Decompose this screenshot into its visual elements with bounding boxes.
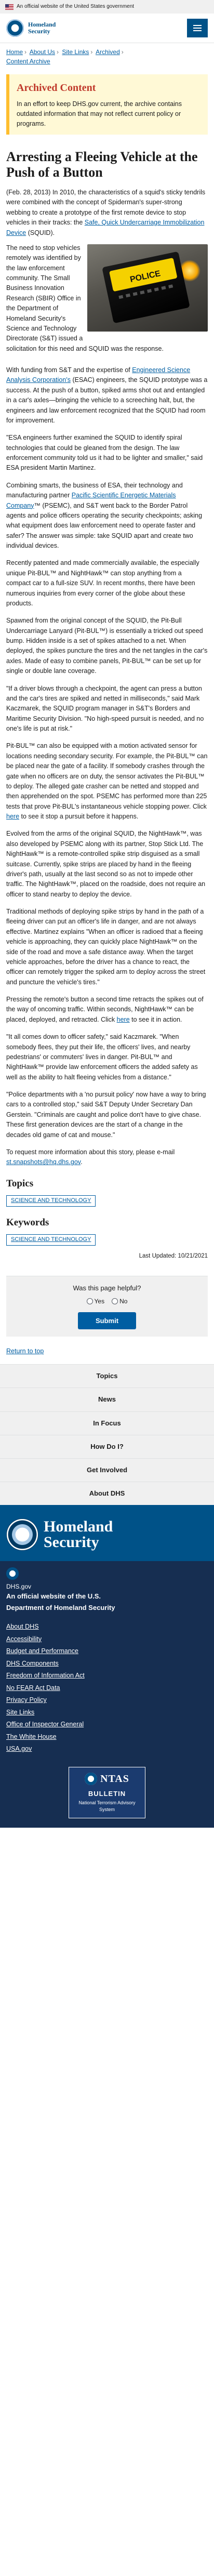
article-paragraph: Spawned from the original concept of the… <box>6 617 208 675</box>
site-header: Homeland Security <box>0 14 214 43</box>
footer-link-about-dhs[interactable]: About DHS <box>6 1621 208 1633</box>
ntas-name: NTAS <box>100 1773 129 1785</box>
footer-nav-get-involved[interactable]: Get Involved <box>0 1458 214 1482</box>
breadcrumb-about-us[interactable]: About Us <box>30 48 55 56</box>
footer-logo[interactable]: Homeland Security <box>0 1505 214 1562</box>
archived-text: In an effort to keep DHS.gov current, th… <box>17 100 182 127</box>
hamburger-icon <box>193 25 202 26</box>
breadcrumb: Home › About Us › Site Links › Archived › Co… <box>6 48 124 65</box>
topics-heading: Topics <box>6 1178 34 1189</box>
footer-nav-news[interactable]: News <box>0 1388 214 1411</box>
dhs-seal-icon <box>6 19 24 37</box>
article-paragraph: Recently patented and made commercially … <box>6 559 199 607</box>
footer-link-usa-gov[interactable]: USA.gov <box>6 1743 208 1755</box>
footer-links: About DHS Accessibility Budget and Perfo… <box>0 1619 214 1762</box>
dhs-seal-icon <box>6 1567 19 1580</box>
last-updated: Last Updated: 10/21/2021 <box>139 1252 208 1259</box>
footer-nav: Topics News In Focus How Do I? Get Invol… <box>0 1364 214 1505</box>
article-paragraph: "ESA engineers further examined the SQUI… <box>6 434 203 472</box>
ntas-bulletin-badge[interactable]: NTAS BULLETIN National Terrorism Advisor… <box>69 1766 145 1819</box>
return-to-top-link[interactable]: Return to top <box>6 1348 44 1355</box>
feedback-question: Was this page helpful? <box>73 1284 141 1292</box>
footer-logo-line1: Homeland <box>44 1518 113 1536</box>
pit-bul-device-image: POLICE <box>87 244 208 332</box>
gov-banner-text: An official website of the United States… <box>17 4 135 9</box>
site-logo[interactable]: Homeland Security <box>6 19 56 37</box>
article-paragraph: "It all comes down to officer safety," s… <box>6 1033 198 1081</box>
footer-nav-how-do-i[interactable]: How Do I? <box>0 1434 214 1458</box>
footer-site-name: DHS.gov <box>6 1583 32 1591</box>
article-paragraph: Combining smarts, the business of ESA, t… <box>6 481 203 550</box>
footer-link-site-links[interactable]: Site Links <box>6 1707 208 1719</box>
feedback-yes-option[interactable]: Yes <box>86 1297 104 1306</box>
breadcrumb-archived[interactable]: Archived <box>96 48 120 56</box>
pit-bul-video-link[interactable]: here <box>6 813 19 820</box>
article-paragraph: To request more information about this s… <box>6 1148 175 1166</box>
logo-line2: Security <box>28 28 50 35</box>
radio-icon <box>112 1298 118 1304</box>
us-flag-icon <box>5 4 14 10</box>
footer-official-line2: Department of Homeland Security <box>6 1603 115 1611</box>
footer-link-privacy[interactable]: Privacy Policy <box>6 1694 208 1707</box>
ntas-bulletin-label: BULLETIN <box>88 1789 126 1798</box>
article-paragraph: Pit-BUL™ can also be equipped with a mot… <box>6 742 208 821</box>
ntas-subtitle: National Terrorism Advisory System <box>78 1800 136 1812</box>
dhs-seal-icon <box>6 1518 38 1551</box>
breadcrumb-site-links[interactable]: Site Links <box>62 48 89 56</box>
footer-nav-in-focus[interactable]: In Focus <box>0 1411 214 1435</box>
email-link[interactable]: st.snapshots@hq.dhs.gov <box>6 1158 81 1166</box>
footer-link-no-fear[interactable]: No FEAR Act Data <box>6 1682 208 1695</box>
archived-title: Archived Content <box>17 82 96 94</box>
nighthawk-video-link[interactable]: here <box>117 1016 130 1023</box>
article-paragraph: (Feb. 28, 2013) In 2010, the characteris… <box>6 189 206 236</box>
archived-content-notice: Archived Content In an effort to keep DH… <box>6 74 208 135</box>
footer-link-accessibility[interactable]: Accessibility <box>6 1633 208 1646</box>
topic-tag[interactable]: SCIENCE AND TECHNOLOGY <box>6 1195 96 1207</box>
footer-link-white-house[interactable]: The White House <box>6 1731 208 1743</box>
menu-button[interactable] <box>187 19 208 37</box>
article-paragraph: Traditional methods of deploying spike s… <box>6 908 206 986</box>
submit-button[interactable]: Submit <box>78 1312 136 1329</box>
footer-official-line1: An official website of the U.S. <box>6 1592 101 1601</box>
article-paragraph: Pressing the remote's button a second ti… <box>6 996 204 1023</box>
footer-link-oig[interactable]: Office of Inspector General <box>6 1719 208 1731</box>
breadcrumb-home[interactable]: Home <box>6 48 23 56</box>
article-paragraph: Evolved from the arms of the original SQ… <box>6 830 206 898</box>
ntas-section: NTAS BULLETIN National Terrorism Advisor… <box>0 1761 214 1828</box>
footer-nav-about-dhs[interactable]: About DHS <box>0 1482 214 1505</box>
breadcrumb-content-archive[interactable]: Content Archive <box>6 58 50 65</box>
footer-link-components[interactable]: DHS Components <box>6 1658 208 1670</box>
footer-link-budget[interactable]: Budget and Performance <box>6 1645 208 1658</box>
dhs-seal-icon <box>85 1772 98 1785</box>
keywords-heading: Keywords <box>6 1217 49 1228</box>
footer-official: DHS.gov An official website of the U.S. … <box>0 1561 214 1619</box>
page-feedback: Was this page helpful? Yes No Submit <box>6 1275 208 1337</box>
article-paragraph: "If a driver blows through a checkpoint,… <box>6 684 204 733</box>
keyword-tag[interactable]: SCIENCE AND TECHNOLOGY <box>6 1234 96 1246</box>
footer-logo-line2: Security <box>44 1534 99 1551</box>
footer-nav-topics[interactable]: Topics <box>0 1364 214 1388</box>
feedback-no-option[interactable]: No <box>112 1297 127 1306</box>
footer-link-foia[interactable]: Freedom of Information Act <box>6 1670 208 1682</box>
article-paragraph: With funding from S&T and the expertise … <box>6 366 208 424</box>
article-paragraph: "Police departments with a 'no pursuit p… <box>6 1091 206 1139</box>
gov-banner: An official website of the United States… <box>0 0 214 14</box>
article: Arresting a Fleeing Vehicle at the Push … <box>0 141 214 1265</box>
radio-icon <box>86 1298 93 1304</box>
page-title: Arresting a Fleeing Vehicle at the Push … <box>6 149 198 180</box>
